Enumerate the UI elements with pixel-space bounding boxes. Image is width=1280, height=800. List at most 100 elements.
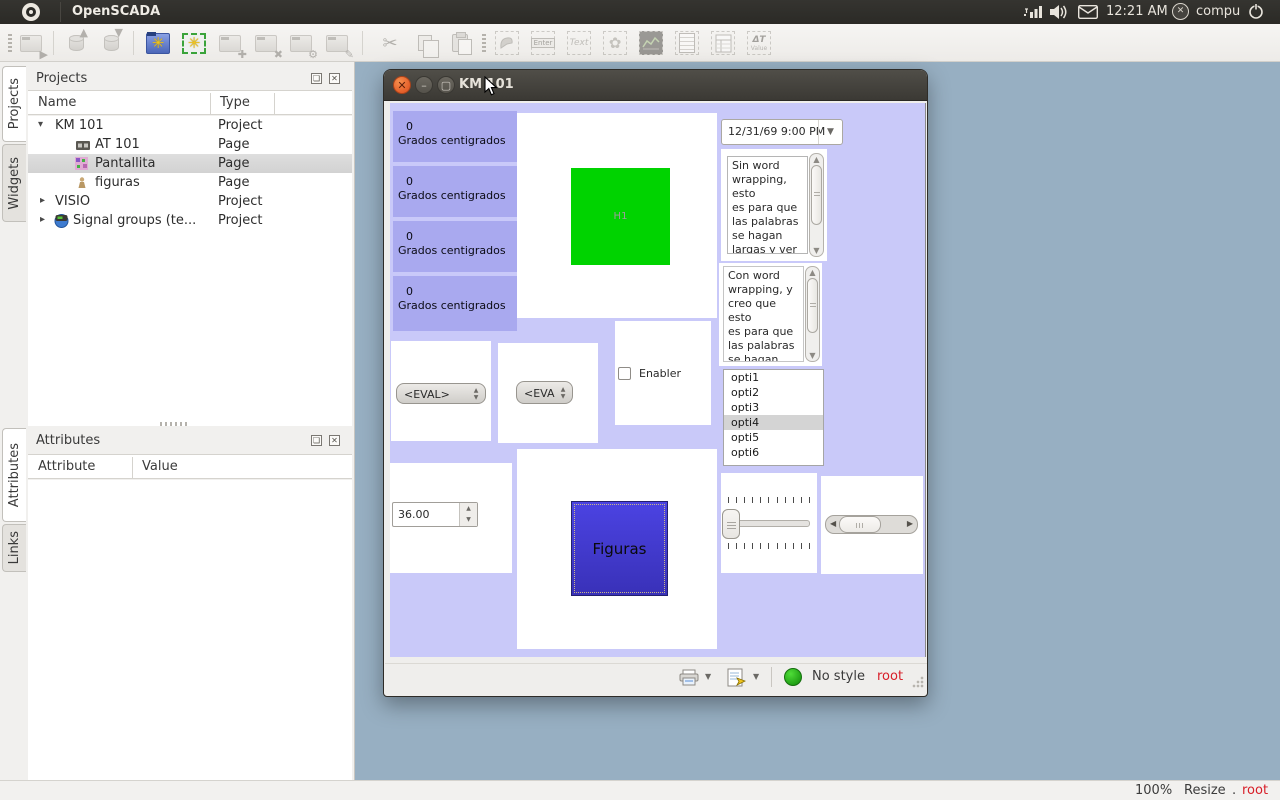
scroll-down-icon[interactable]: ▼ xyxy=(806,351,819,360)
tree-row-signal-groups[interactable]: ▸ Signal groups (te... Project xyxy=(28,211,352,230)
chevron-down-icon[interactable]: ▼ xyxy=(818,120,842,144)
delete-widget-icon[interactable]: ✖ xyxy=(253,30,279,56)
widget-properties-icon[interactable]: ⚙ xyxy=(288,30,314,56)
load-from-db-icon[interactable]: ▲ xyxy=(63,30,89,56)
window-resize-grip[interactable] xyxy=(912,676,924,688)
new-project-icon[interactable]: ✳ xyxy=(145,30,171,56)
column-type[interactable]: Type xyxy=(220,95,250,110)
edit-widget-icon[interactable]: ✎ xyxy=(324,30,350,56)
text-widget-icon[interactable]: Text xyxy=(566,30,592,56)
scrollbar-thumb[interactable] xyxy=(811,165,822,225)
session-menu-icon[interactable]: ✕ xyxy=(1172,3,1189,20)
scroll-right-icon[interactable]: ▶ xyxy=(907,519,913,528)
volume-icon[interactable] xyxy=(1050,4,1070,20)
spin-arrows-icon[interactable]: ▲▼ xyxy=(472,387,480,401)
mail-icon[interactable] xyxy=(1078,5,1098,19)
tree-row-visio[interactable]: ▸ VISIO Project xyxy=(28,192,352,211)
spin-arrows-icon[interactable]: ▲▼ xyxy=(459,503,477,526)
run-project-icon[interactable]: ▶ xyxy=(18,30,44,56)
tree-row-km101[interactable]: ▾ KM 101 Project xyxy=(28,116,352,135)
number-spinbox[interactable]: 36.00 ▲▼ xyxy=(392,502,478,527)
column-attribute[interactable]: Attribute xyxy=(38,459,95,474)
spin-arrows-icon[interactable]: ▲▼ xyxy=(559,386,567,400)
list-item[interactable]: opti6 xyxy=(724,445,823,460)
float-panel-button[interactable]: ❏ xyxy=(311,435,322,446)
diagram-widget-icon[interactable] xyxy=(638,30,664,56)
form-elements-widget-icon[interactable]: Enter xyxy=(530,30,556,56)
window-titlebar[interactable]: ✕ – ▢ KM 101 xyxy=(384,70,927,101)
function-widget-icon[interactable]: ΔT Value xyxy=(746,30,772,56)
scroll-up-icon[interactable]: ▲ xyxy=(810,155,823,164)
figuras-button[interactable]: Figuras xyxy=(571,501,668,596)
list-item[interactable]: opti3 xyxy=(724,400,823,415)
page-canvas[interactable]: 0 Grados centigrados 0 Grados centigrado… xyxy=(390,103,926,657)
tree-row-at101[interactable]: AT 101 Page xyxy=(28,135,352,154)
textarea-wrap[interactable]: Con word wrapping, y creo que esto es pa… xyxy=(723,266,804,362)
user-menu[interactable]: compu xyxy=(1196,4,1240,19)
column-name[interactable]: Name xyxy=(38,95,76,110)
vertical-scrollbar[interactable]: ▲ ▼ xyxy=(809,153,824,257)
network-signal-icon[interactable] xyxy=(1024,5,1044,19)
document-widget-icon[interactable] xyxy=(674,30,700,56)
clock[interactable]: 12:21 AM xyxy=(1106,4,1168,19)
window-close-button[interactable]: ✕ xyxy=(393,76,411,94)
eval-combobox[interactable]: <EVAL> ▲▼ xyxy=(396,383,486,404)
slider-track[interactable] xyxy=(728,520,810,527)
temp-widget[interactable]: 0 Grados centigrados xyxy=(393,111,517,162)
new-widget-icon[interactable]: ✳ xyxy=(181,30,207,56)
scroll-down-icon[interactable]: ▼ xyxy=(810,246,823,255)
temp-widget[interactable]: 0 Grados centigrados xyxy=(393,166,517,217)
ubuntu-logo-icon[interactable] xyxy=(22,3,40,21)
column-value[interactable]: Value xyxy=(142,459,178,474)
tab-attributes[interactable]: Attributes xyxy=(2,428,26,522)
chevron-down-icon[interactable]: ▼ xyxy=(753,672,759,681)
tree-row-pantallita[interactable]: Pantallita Page xyxy=(28,154,352,173)
list-item-selected[interactable]: opti4 xyxy=(724,415,823,430)
eva-spinbox[interactable]: <EVA ▲▼ xyxy=(516,381,573,404)
power-icon[interactable] xyxy=(1248,3,1264,19)
vertical-scrollbar[interactable]: ▲ ▼ xyxy=(805,266,820,362)
copy-icon[interactable] xyxy=(412,30,438,56)
float-panel-button[interactable]: ❏ xyxy=(311,73,322,84)
save-to-db-icon[interactable]: ▼ xyxy=(98,30,124,56)
chevron-down-icon[interactable]: ▼ xyxy=(705,672,711,681)
print-icon[interactable] xyxy=(678,669,700,686)
scroll-up-icon[interactable]: ▲ xyxy=(806,268,819,277)
tab-projects[interactable]: Projects xyxy=(2,66,26,142)
enabler-checkbox[interactable] xyxy=(618,367,631,380)
tab-links[interactable]: Links xyxy=(2,524,26,572)
cut-icon[interactable]: ✂ xyxy=(377,30,403,56)
paste-icon[interactable] xyxy=(447,30,473,56)
close-panel-button[interactable]: ✕ xyxy=(329,73,340,84)
list-item[interactable]: opti1 xyxy=(724,370,823,385)
dock-splitter[interactable] xyxy=(160,422,190,426)
options-listbox[interactable]: opti1 opti2 opti3 opti4 opti5 opti6 xyxy=(723,369,824,466)
scrollbar-thumb[interactable] xyxy=(839,516,881,533)
tab-widgets[interactable]: Widgets xyxy=(2,144,26,222)
scroll-left-icon[interactable]: ◀ xyxy=(830,519,836,528)
scrollbar-thumb[interactable] xyxy=(807,278,818,333)
tree-row-figuras[interactable]: figuras Page xyxy=(28,173,352,192)
window-minimize-button[interactable]: – xyxy=(415,76,433,94)
toolbar-grip[interactable] xyxy=(8,34,12,52)
slider-handle[interactable] xyxy=(722,509,740,539)
shape-widget-icon[interactable] xyxy=(494,30,520,56)
close-panel-button[interactable]: ✕ xyxy=(329,435,340,446)
protocol-widget-icon[interactable] xyxy=(710,30,736,56)
datetime-combobox[interactable]: 12/31/69 9:00 PM ▼ xyxy=(721,119,843,145)
toolbar-grip[interactable] xyxy=(482,34,486,52)
temp-widget[interactable]: 0 Grados centigrados xyxy=(393,276,517,331)
media-widget-icon[interactable]: ✿ xyxy=(602,30,628,56)
h1-green-box[interactable]: H1 xyxy=(571,168,670,265)
textarea-nowrap[interactable]: Sin word wrapping, esto es para que las … xyxy=(727,156,808,254)
list-item[interactable]: opti5 xyxy=(724,430,823,445)
projects-table-header: Name Type xyxy=(28,90,352,115)
export-icon[interactable] xyxy=(726,668,748,687)
list-item[interactable]: opti2 xyxy=(724,385,823,400)
window-maximize-button[interactable]: ▢ xyxy=(437,76,455,94)
horizontal-scrollbar[interactable]: ◀ ▶ xyxy=(825,515,918,534)
temp-widget[interactable]: 0 Grados centigrados xyxy=(393,221,517,272)
add-widget-icon[interactable]: ✚ xyxy=(217,30,243,56)
style-status-led xyxy=(784,668,802,686)
divider xyxy=(53,31,54,55)
